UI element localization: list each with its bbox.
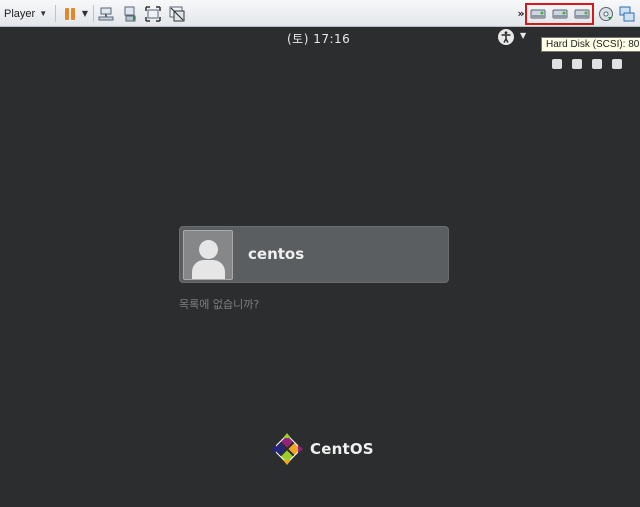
user-name: centos bbox=[248, 245, 305, 263]
double-chevron-icon: » bbox=[517, 7, 525, 20]
user-avatar-body bbox=[192, 260, 225, 279]
send-ctrl-alt-del-button[interactable] bbox=[96, 0, 116, 27]
hard-disk-icon bbox=[530, 9, 546, 18]
pause-button[interactable] bbox=[62, 0, 78, 27]
hard-disk-tooltip: Hard Disk (SCSI): 80 GB bbox=[541, 37, 640, 52]
power-options-dropdown[interactable]: ▼ bbox=[80, 0, 90, 27]
clock[interactable]: (토) 17:16 bbox=[287, 30, 350, 47]
cd-dvd-button[interactable] bbox=[596, 0, 616, 27]
hard-disk-2-button[interactable] bbox=[550, 0, 570, 27]
network-adapter-button[interactable] bbox=[617, 0, 637, 27]
chevron-down-icon: ▼ bbox=[39, 9, 48, 18]
menu-icon bbox=[612, 59, 622, 69]
avatar bbox=[183, 230, 233, 280]
hard-disk-icon bbox=[574, 9, 590, 18]
network-adapter-icon bbox=[619, 6, 635, 21]
unity-mode-icon bbox=[169, 6, 185, 21]
toolbar-divider bbox=[93, 5, 94, 22]
vmware-toolbar: Player ▼ ▼ » bbox=[0, 0, 640, 27]
full-screen-button[interactable] bbox=[143, 0, 163, 27]
cd-dvd-icon bbox=[599, 6, 613, 21]
user-list-item[interactable]: centos bbox=[179, 226, 449, 283]
full-screen-icon bbox=[145, 5, 161, 22]
removable-devices-button[interactable] bbox=[120, 0, 140, 27]
not-listed-link[interactable]: 목록에 없습니까? bbox=[179, 296, 259, 312]
player-menu-label: Player bbox=[4, 7, 36, 20]
hard-disk-3-button[interactable] bbox=[572, 0, 592, 27]
accessibility-icon[interactable] bbox=[498, 29, 514, 45]
pause-icon bbox=[65, 7, 69, 20]
hard-disk-1-button[interactable] bbox=[528, 0, 548, 27]
chevron-down-icon[interactable]: ▼ bbox=[520, 31, 526, 40]
vm-connect-icon bbox=[124, 6, 136, 21]
player-menu-button[interactable]: Player ▼ bbox=[4, 0, 47, 27]
unity-button[interactable] bbox=[167, 0, 187, 27]
network-computer-icon bbox=[98, 7, 114, 20]
toolbar-divider bbox=[55, 5, 56, 22]
centos-wordmark: CentOS bbox=[310, 440, 374, 458]
centos-logo: CentOS bbox=[270, 432, 374, 466]
user-avatar-icon bbox=[199, 240, 218, 259]
power-icon bbox=[592, 59, 602, 69]
hard-disk-icon bbox=[552, 9, 568, 18]
system-status-icons[interactable] bbox=[552, 59, 622, 71]
volume-icon bbox=[572, 59, 582, 69]
keyboard-icon bbox=[552, 59, 562, 69]
pause-icon-bar bbox=[71, 7, 75, 20]
centos-logo-icon bbox=[271, 433, 303, 465]
